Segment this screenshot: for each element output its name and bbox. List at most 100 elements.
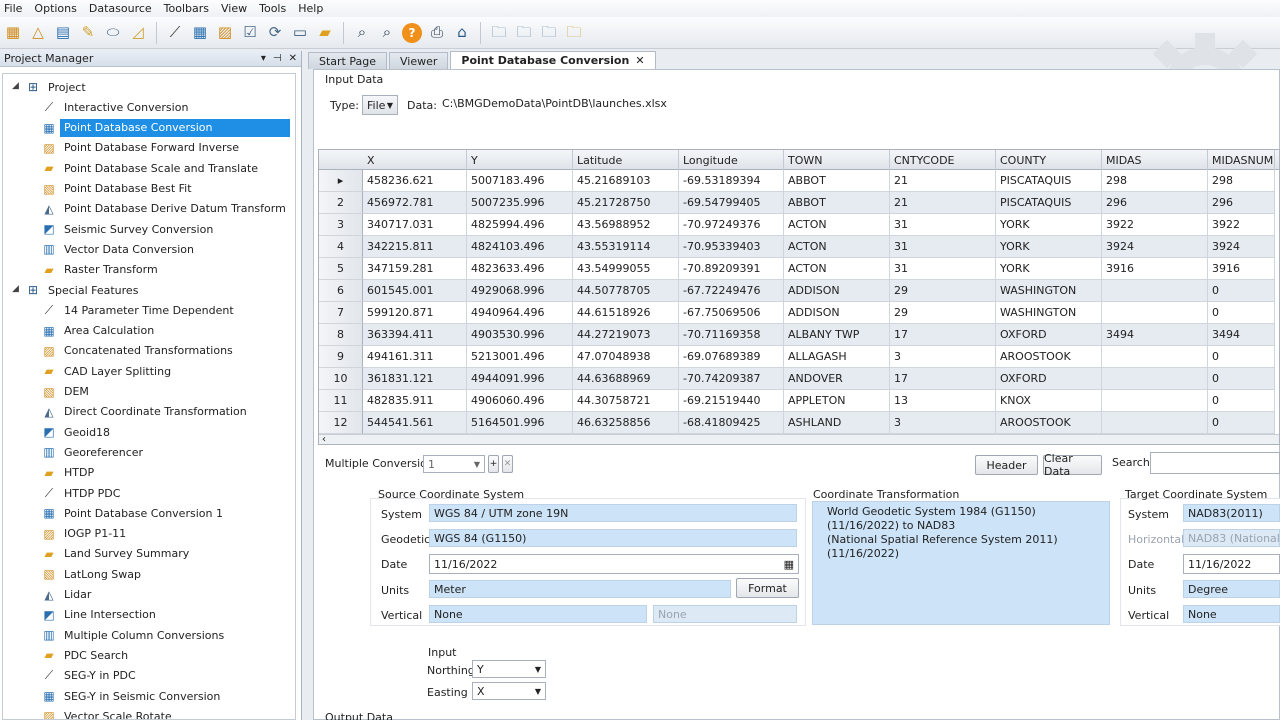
table-cell[interactable]: 3494 — [1102, 324, 1208, 346]
table-cell[interactable]: 361831.121 — [363, 368, 467, 390]
target-units-field[interactable]: Degree — [1183, 580, 1280, 598]
table-cell[interactable]: 44.61518926 — [573, 302, 679, 324]
chart-icon[interactable]: ▤ — [53, 23, 73, 43]
table-cell[interactable]: 3924 — [1208, 236, 1275, 258]
table-cell[interactable]: 544541.561 — [363, 412, 467, 434]
folder-edit-icon[interactable]: 🗀 — [539, 23, 559, 43]
triangle-icon[interactable]: △ — [28, 23, 48, 43]
table-cell[interactable]: 5007183.496 — [467, 170, 573, 192]
multiple-conversion-select[interactable]: 1 ▼ — [423, 455, 485, 473]
table-cell[interactable]: 13 — [890, 390, 996, 412]
tree-item[interactable]: ▰ Raster Transform — [41, 261, 157, 279]
table-cell[interactable]: WASHINGTON — [996, 280, 1102, 302]
format-button[interactable]: Format — [736, 578, 799, 598]
table-cell[interactable]: 347159.281 — [363, 258, 467, 280]
table-cell[interactable]: 44.30758721 — [573, 390, 679, 412]
search-input[interactable] — [1150, 452, 1280, 474]
table-cell[interactable] — [1102, 346, 1208, 368]
table-cell[interactable]: 4823633.496 — [467, 258, 573, 280]
table-cell[interactable]: 0 — [1208, 302, 1275, 324]
tree-item[interactable]: ▨ Concatenated Transformations — [41, 342, 232, 360]
table-cell[interactable]: 43.54999055 — [573, 258, 679, 280]
ellipse-icon[interactable]: ⬭ — [103, 23, 123, 43]
table-cell[interactable] — [1102, 302, 1208, 324]
tree-item[interactable]: ◭ Lidar — [41, 586, 91, 604]
table-cell[interactable]: 342215.811 — [363, 236, 467, 258]
grid-icon[interactable]: ▦ — [3, 23, 23, 43]
row-header[interactable]: ▸ — [319, 170, 363, 192]
table-cell[interactable]: 4929068.996 — [467, 280, 573, 302]
table-cell[interactable]: 4903530.996 — [467, 324, 573, 346]
table-cell[interactable]: -68.41809425 — [679, 412, 784, 434]
tree-item[interactable]: ▰ Land Survey Summary — [41, 545, 189, 563]
horizontal-scrollbar[interactable]: ‹ — [319, 434, 1279, 444]
table-cell[interactable]: -70.74209387 — [679, 368, 784, 390]
tree-item[interactable]: ▨ IOGP P1-11 — [41, 525, 126, 543]
table-cell[interactable]: -69.21519440 — [679, 390, 784, 412]
folder-icon[interactable]: 🗀 — [514, 23, 534, 43]
table-cell[interactable]: AROOSTOOK — [996, 412, 1102, 434]
tree-item[interactable]: ▰ CAD Layer Splitting — [41, 362, 171, 380]
expand-icon[interactable]: ◢ — [12, 284, 19, 294]
table-cell[interactable]: 0 — [1208, 368, 1275, 390]
table-cell[interactable]: 44.50778705 — [573, 280, 679, 302]
table-cell[interactable]: -70.71169358 — [679, 324, 784, 346]
table-cell[interactable]: 298 — [1208, 170, 1275, 192]
close-icon[interactable]: ✕ — [289, 53, 297, 64]
table-cell[interactable]: 4825994.496 — [467, 214, 573, 236]
zoom-icon[interactable]: ⌕ — [352, 23, 372, 43]
table-cell[interactable]: OXFORD — [996, 368, 1102, 390]
tree-item[interactable]: ⟋ Interactive Conversion — [41, 98, 189, 116]
table-cell[interactable]: ABBOT — [784, 170, 890, 192]
column-header[interactable]: CNTYCODE — [890, 150, 996, 170]
table-cell[interactable]: 44.27219073 — [573, 324, 679, 346]
scroll-left-icon[interactable]: ‹ — [322, 434, 326, 444]
table-cell[interactable]: ALLAGASH — [784, 346, 890, 368]
table-cell[interactable]: 17 — [890, 368, 996, 390]
row-header[interactable]: 7 — [319, 302, 363, 324]
table-cell[interactable]: -67.75069506 — [679, 302, 784, 324]
table-cell[interactable]: 3922 — [1102, 214, 1208, 236]
northing-select[interactable]: Y ▼ — [472, 660, 546, 678]
table-cell[interactable]: YORK — [996, 258, 1102, 280]
header-button[interactable]: Header — [975, 455, 1038, 475]
table-cell[interactable]: 3494 — [1208, 324, 1275, 346]
refresh-icon[interactable]: ⟳ — [265, 23, 285, 43]
row-header[interactable]: 11 — [319, 390, 363, 412]
row-header[interactable]: 6 — [319, 280, 363, 302]
table-cell[interactable]: -69.54799405 — [679, 192, 784, 214]
column-header[interactable]: COUNTY — [996, 150, 1102, 170]
menu-help[interactable]: Help — [298, 2, 323, 15]
table-cell[interactable]: 44.63688969 — [573, 368, 679, 390]
table-cell[interactable]: 46.63258856 — [573, 412, 679, 434]
table-cell[interactable]: 494161.311 — [363, 346, 467, 368]
tree-item[interactable]: ▥ Vector Data Conversion — [41, 240, 194, 258]
table-cell[interactable]: 31 — [890, 258, 996, 280]
tree-item[interactable]: ◩ Seismic Survey Conversion — [41, 220, 213, 238]
menu-options[interactable]: Options — [34, 2, 76, 15]
add-conversion-button[interactable]: + — [488, 455, 499, 473]
menu-toolbars[interactable]: Toolbars — [164, 2, 209, 15]
table-cell[interactable]: 456972.781 — [363, 192, 467, 214]
table-cell[interactable]: OXFORD — [996, 324, 1102, 346]
row-header[interactable]: 8 — [319, 324, 363, 346]
tree-item[interactable]: ▨ Vector Scale Rotate — [41, 707, 171, 719]
table-cell[interactable]: 363394.411 — [363, 324, 467, 346]
table-cell[interactable]: YORK — [996, 236, 1102, 258]
table-cell[interactable]: APPLETON — [784, 390, 890, 412]
table-cell[interactable]: 21 — [890, 192, 996, 214]
table-cell[interactable]: 43.55319114 — [573, 236, 679, 258]
table-cell[interactable]: 0 — [1208, 412, 1275, 434]
table-cell[interactable]: 21 — [890, 170, 996, 192]
column-header[interactable]: MIDASNUM — [1208, 150, 1275, 170]
table-cell[interactable]: 3 — [890, 346, 996, 368]
row-header[interactable]: 2 — [319, 192, 363, 214]
zoom-plus-icon[interactable]: ⌕ — [377, 23, 397, 43]
print-icon[interactable]: ⎙ — [427, 23, 447, 43]
tree-group-special-features[interactable]: ⊞ Special Features — [25, 281, 138, 299]
line-icon[interactable]: ⟋ — [165, 23, 185, 43]
menu-datasource[interactable]: Datasource — [89, 2, 152, 15]
tree-item[interactable]: ◩ Line Intersection — [41, 606, 156, 624]
table-cell[interactable] — [1102, 280, 1208, 302]
calendar-icon[interactable]: ▦ — [784, 558, 794, 571]
